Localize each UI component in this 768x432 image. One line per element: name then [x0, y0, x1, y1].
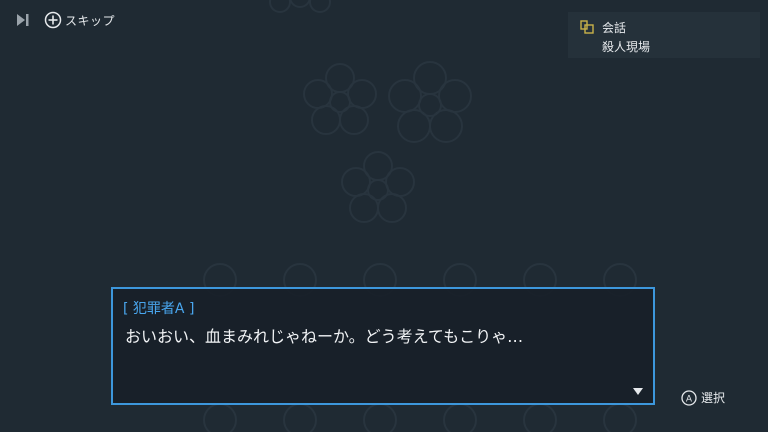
conversation-icon [580, 20, 594, 34]
mode-label: 会話 [602, 21, 627, 35]
skip-control[interactable]: スキップ [14, 10, 115, 30]
select-label[interactable]: 選択 [701, 389, 725, 406]
skip-forward-icon[interactable] [14, 11, 32, 29]
flower-emblem-decoration [341, 151, 415, 223]
speaker-name: [ 犯罪者A ] [123, 301, 195, 317]
dialogue-box[interactable]: [ 犯罪者A ] おいおい、血まみれじゃねーか。どう考えてもこりゃ… [111, 287, 655, 405]
location-label: 殺人現場 [602, 40, 651, 54]
svg-text:A: A [686, 394, 693, 404]
flower-emblem-decoration [303, 63, 377, 135]
flower-emblem-decoration [269, 0, 331, 13]
select-prompt[interactable]: A 選択 [681, 389, 725, 406]
flower-emblem-decoration [388, 61, 472, 143]
advance-triangle-icon[interactable] [633, 388, 643, 395]
location-info-panel: 会話 殺人現場 [568, 12, 760, 58]
skip-label[interactable]: スキップ [65, 12, 115, 29]
dialogue-text: おいおい、血まみれじゃねーか。どう考えてもこりゃ… [125, 327, 524, 346]
a-button-icon[interactable]: A [681, 389, 697, 406]
plus-button-icon[interactable] [44, 11, 62, 29]
